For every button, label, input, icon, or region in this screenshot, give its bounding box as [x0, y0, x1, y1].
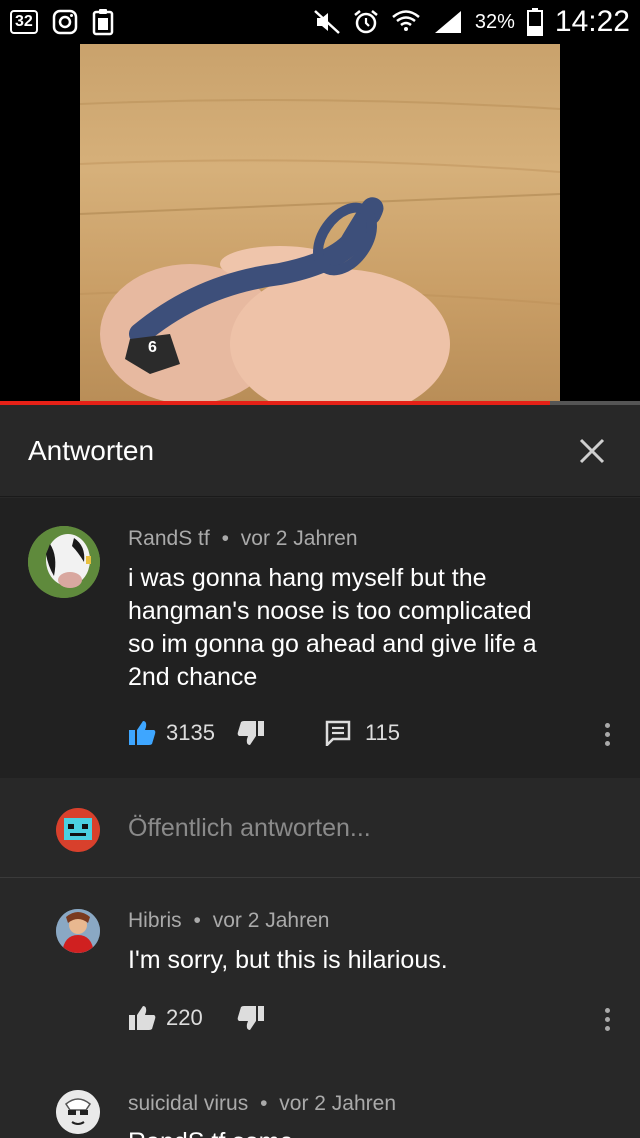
- avatar[interactable]: [28, 526, 100, 598]
- battery-icon: [526, 8, 543, 36]
- video-frame: 6: [80, 44, 560, 401]
- comment-author[interactable]: Hibris: [128, 909, 182, 932]
- reply-count-icon[interactable]: [325, 720, 351, 746]
- comment-time: vor 2 Jahren: [279, 1092, 396, 1115]
- mute-icon: [314, 10, 340, 34]
- like-count: 220: [166, 1005, 203, 1030]
- comment-actions: 220: [128, 1005, 265, 1031]
- meta-separator: •: [221, 527, 229, 550]
- user-avatar-icon: [56, 1090, 100, 1134]
- thumbs-up-icon[interactable]: [128, 720, 156, 746]
- clock: 14:22: [554, 5, 630, 38]
- comment-text: I'm sorry, but this is hilarious.: [128, 946, 448, 974]
- comment-time: vor 2 Jahren: [212, 909, 330, 932]
- kebab-dot: [604, 731, 610, 737]
- step-marker-label: 6: [148, 339, 157, 356]
- comment-text: RandS tf some: [128, 1126, 618, 1138]
- comment-meta: Hibris • vor 2 Jahren: [128, 909, 329, 933]
- cow-avatar-icon: [28, 526, 100, 598]
- comment-actions: 3135 115: [128, 720, 400, 746]
- like-count: 3135: [166, 720, 215, 745]
- comment-menu-button[interactable]: [597, 719, 617, 749]
- instagram-icon: [52, 9, 78, 35]
- user-avatar-icon: [56, 808, 100, 852]
- clipboard-icon: [92, 9, 114, 36]
- comment-author[interactable]: RandS tf: [128, 527, 210, 550]
- battery-percent: 32%: [474, 10, 515, 33]
- notification-count-badge: 32: [10, 10, 38, 34]
- user-avatar-icon: [56, 909, 100, 953]
- meta-separator: •: [193, 909, 201, 932]
- comment-line: 2nd chance: [128, 663, 258, 691]
- close-button[interactable]: [572, 431, 612, 471]
- comment-author[interactable]: suicidal virus: [128, 1092, 248, 1115]
- kebab-dot: [604, 1016, 610, 1022]
- thumbs-down-icon[interactable]: [237, 720, 265, 746]
- comment-text: i was gonna hang myself but the hangman'…: [128, 562, 618, 694]
- panel-title: Antworten: [28, 434, 155, 466]
- kebab-dot: [604, 740, 610, 746]
- reply-input[interactable]: Öffentlich antworten...: [128, 814, 371, 843]
- video-player[interactable]: 6: [0, 44, 640, 401]
- comment-meta: RandS tf • vor 2 Jahren: [128, 527, 358, 551]
- comment-menu-button[interactable]: [597, 1004, 617, 1034]
- avatar[interactable]: [56, 1090, 100, 1134]
- status-bar: 32 32% 14:22: [0, 0, 640, 44]
- reply-item: Hibris • vor 2 Jahren I'm sorry, but thi…: [0, 879, 640, 1059]
- kebab-dot: [604, 722, 610, 728]
- kebab-dot: [604, 1007, 610, 1013]
- signal-icon: [434, 11, 461, 33]
- comment-time: vor 2 Jahren: [240, 527, 358, 550]
- avatar[interactable]: [56, 909, 100, 953]
- close-icon: [579, 438, 605, 463]
- thumbs-down-icon[interactable]: [237, 1005, 265, 1031]
- comment-line: hangman's noose is too complicated: [128, 597, 532, 625]
- comment-line: so im gonna go ahead and give life a: [128, 630, 537, 658]
- comment-line: i was gonna hang myself but the: [128, 564, 487, 592]
- my-avatar: [56, 808, 100, 852]
- alarm-icon: [354, 10, 378, 34]
- kebab-dot: [604, 1025, 610, 1031]
- reply-item: suicidal virus • vor 2 Jahren RandS tf s…: [0, 1062, 640, 1138]
- reply-count: 115: [364, 720, 401, 745]
- replies-header: Antworten: [0, 405, 640, 497]
- thumbs-up-icon[interactable]: [128, 1005, 156, 1031]
- wifi-icon: [392, 10, 420, 31]
- main-comment: RandS tf • vor 2 Jahren i was gonna hang…: [0, 498, 640, 778]
- reply-composer[interactable]: Öffentlich antworten...: [0, 778, 640, 878]
- meta-separator: •: [260, 1092, 268, 1115]
- comment-meta: suicidal virus • vor 2 Jahren: [128, 1092, 396, 1116]
